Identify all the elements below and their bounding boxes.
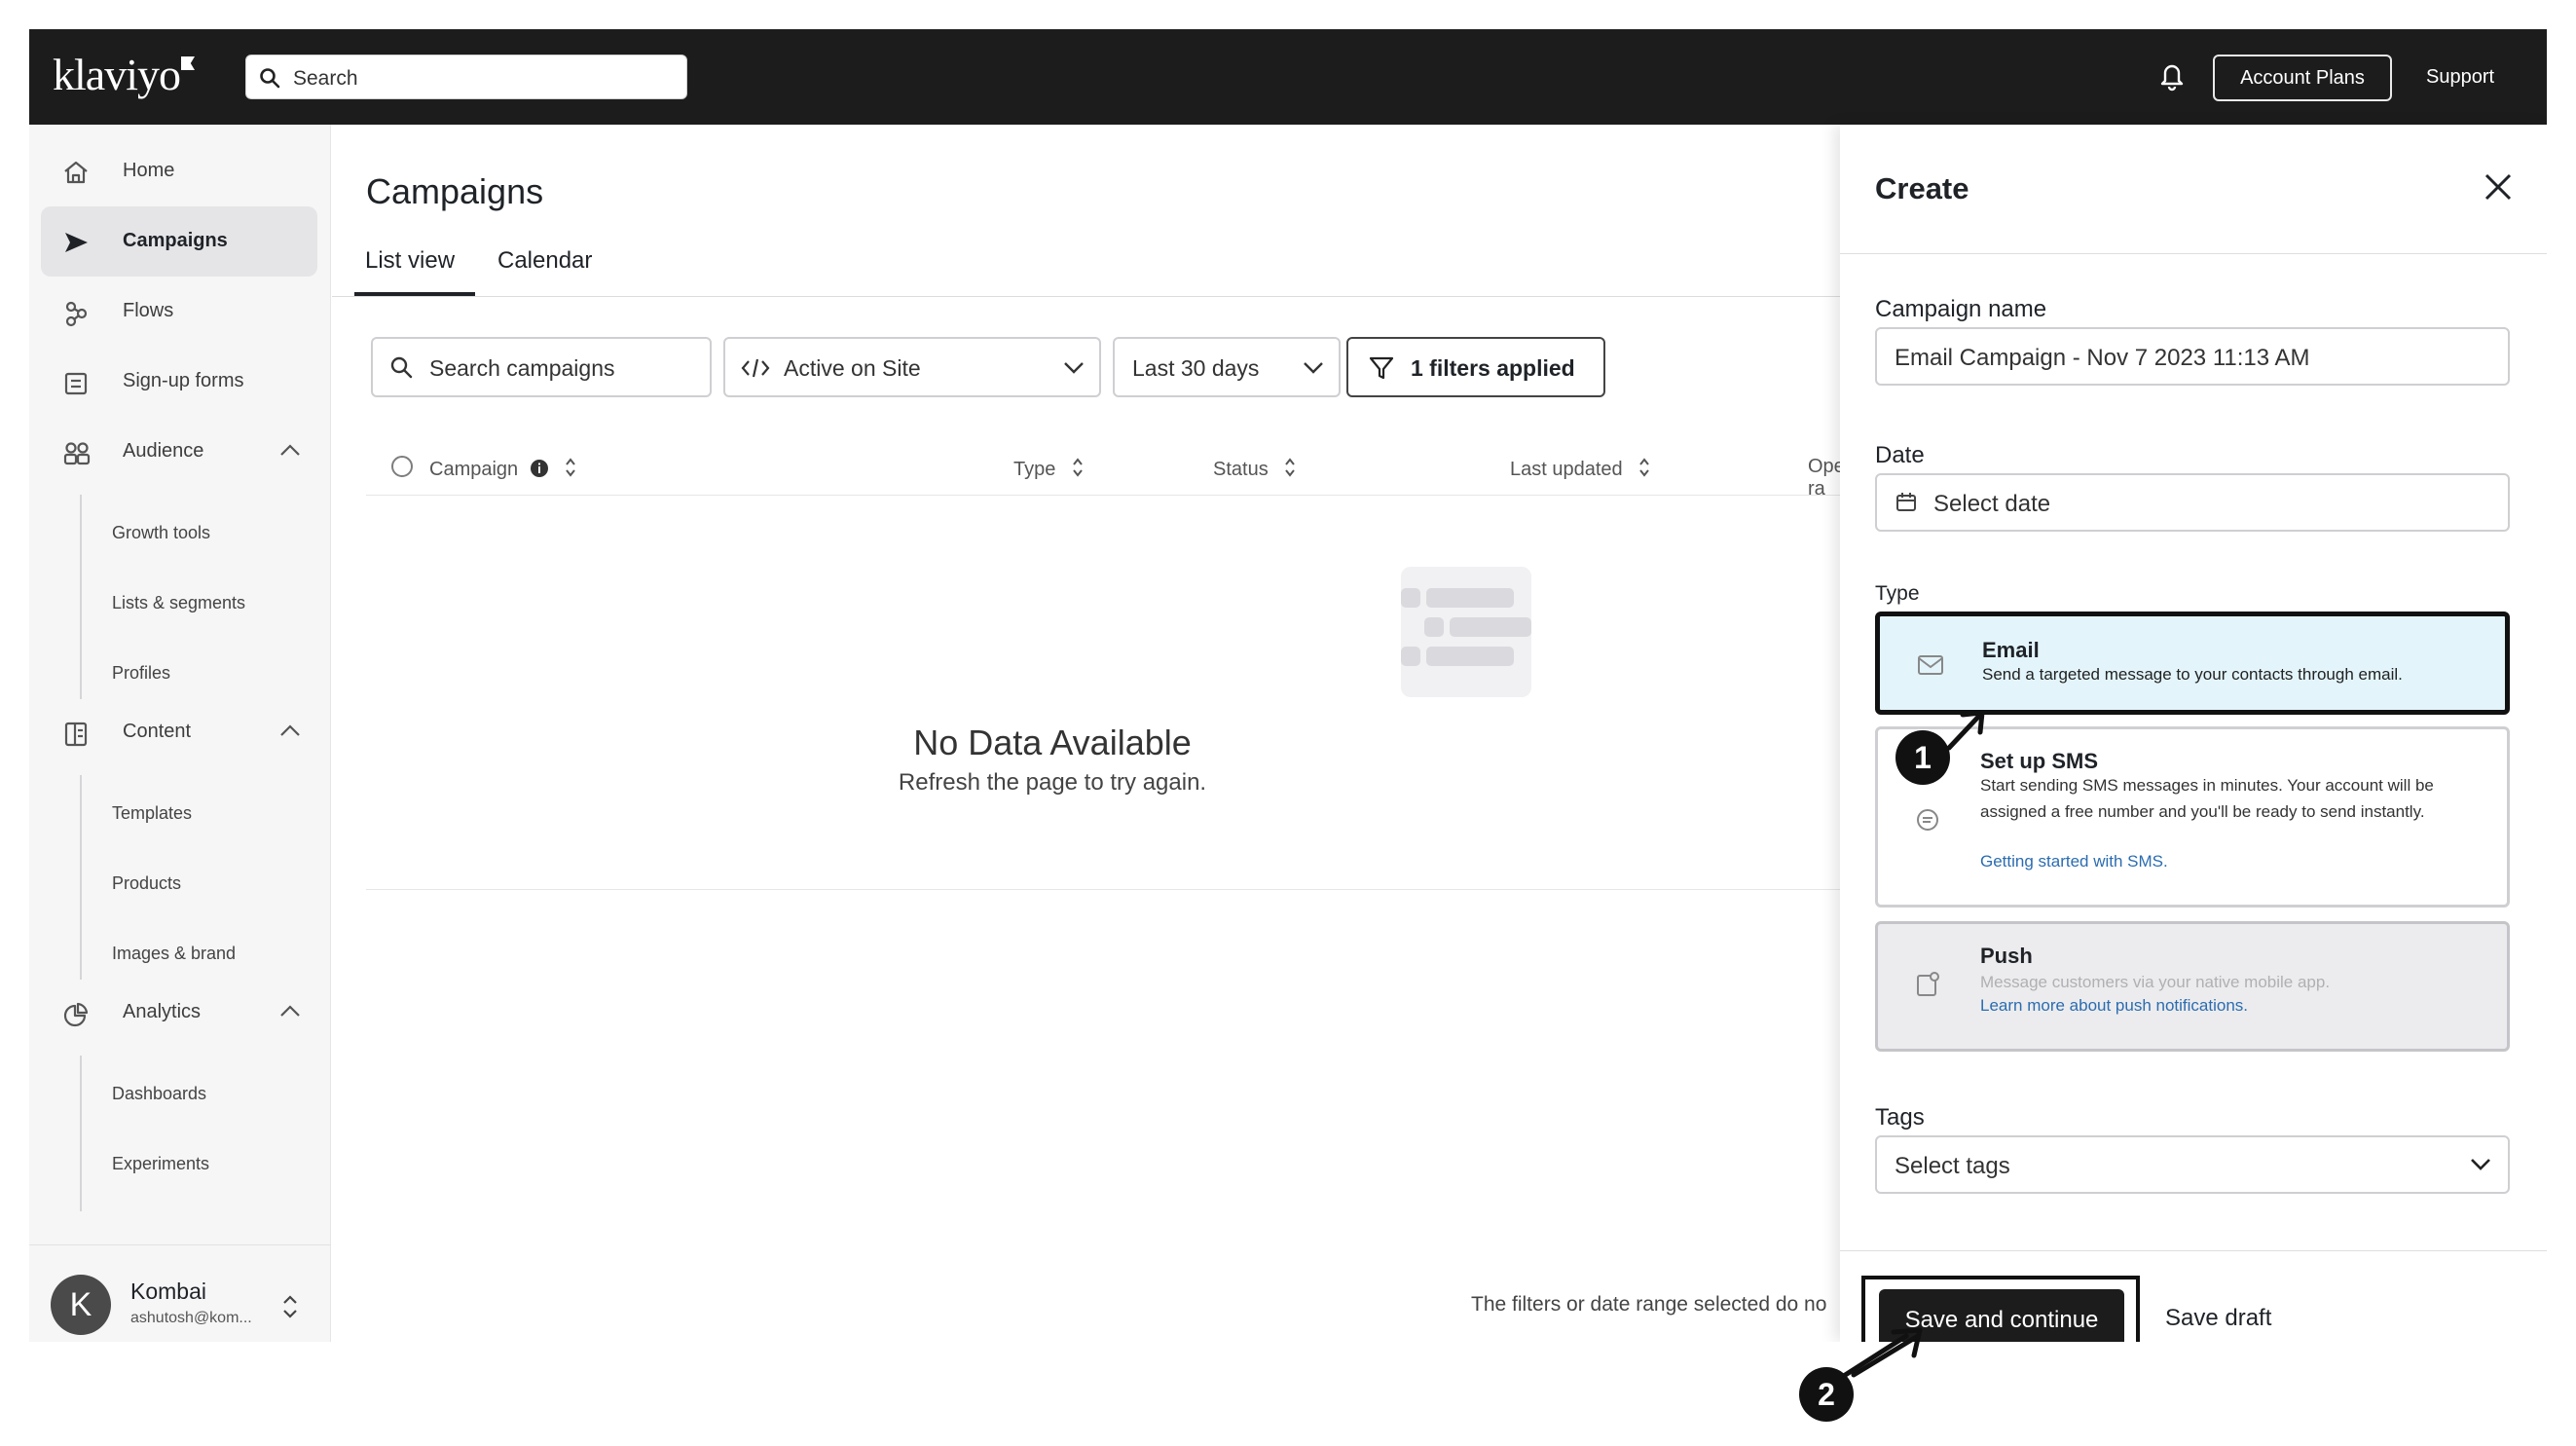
- step-arrow-icon: [1833, 710, 1985, 1384]
- step-marker-2: 2: [1799, 1367, 1854, 1422]
- step-marker-1: 1: [1895, 730, 1950, 785]
